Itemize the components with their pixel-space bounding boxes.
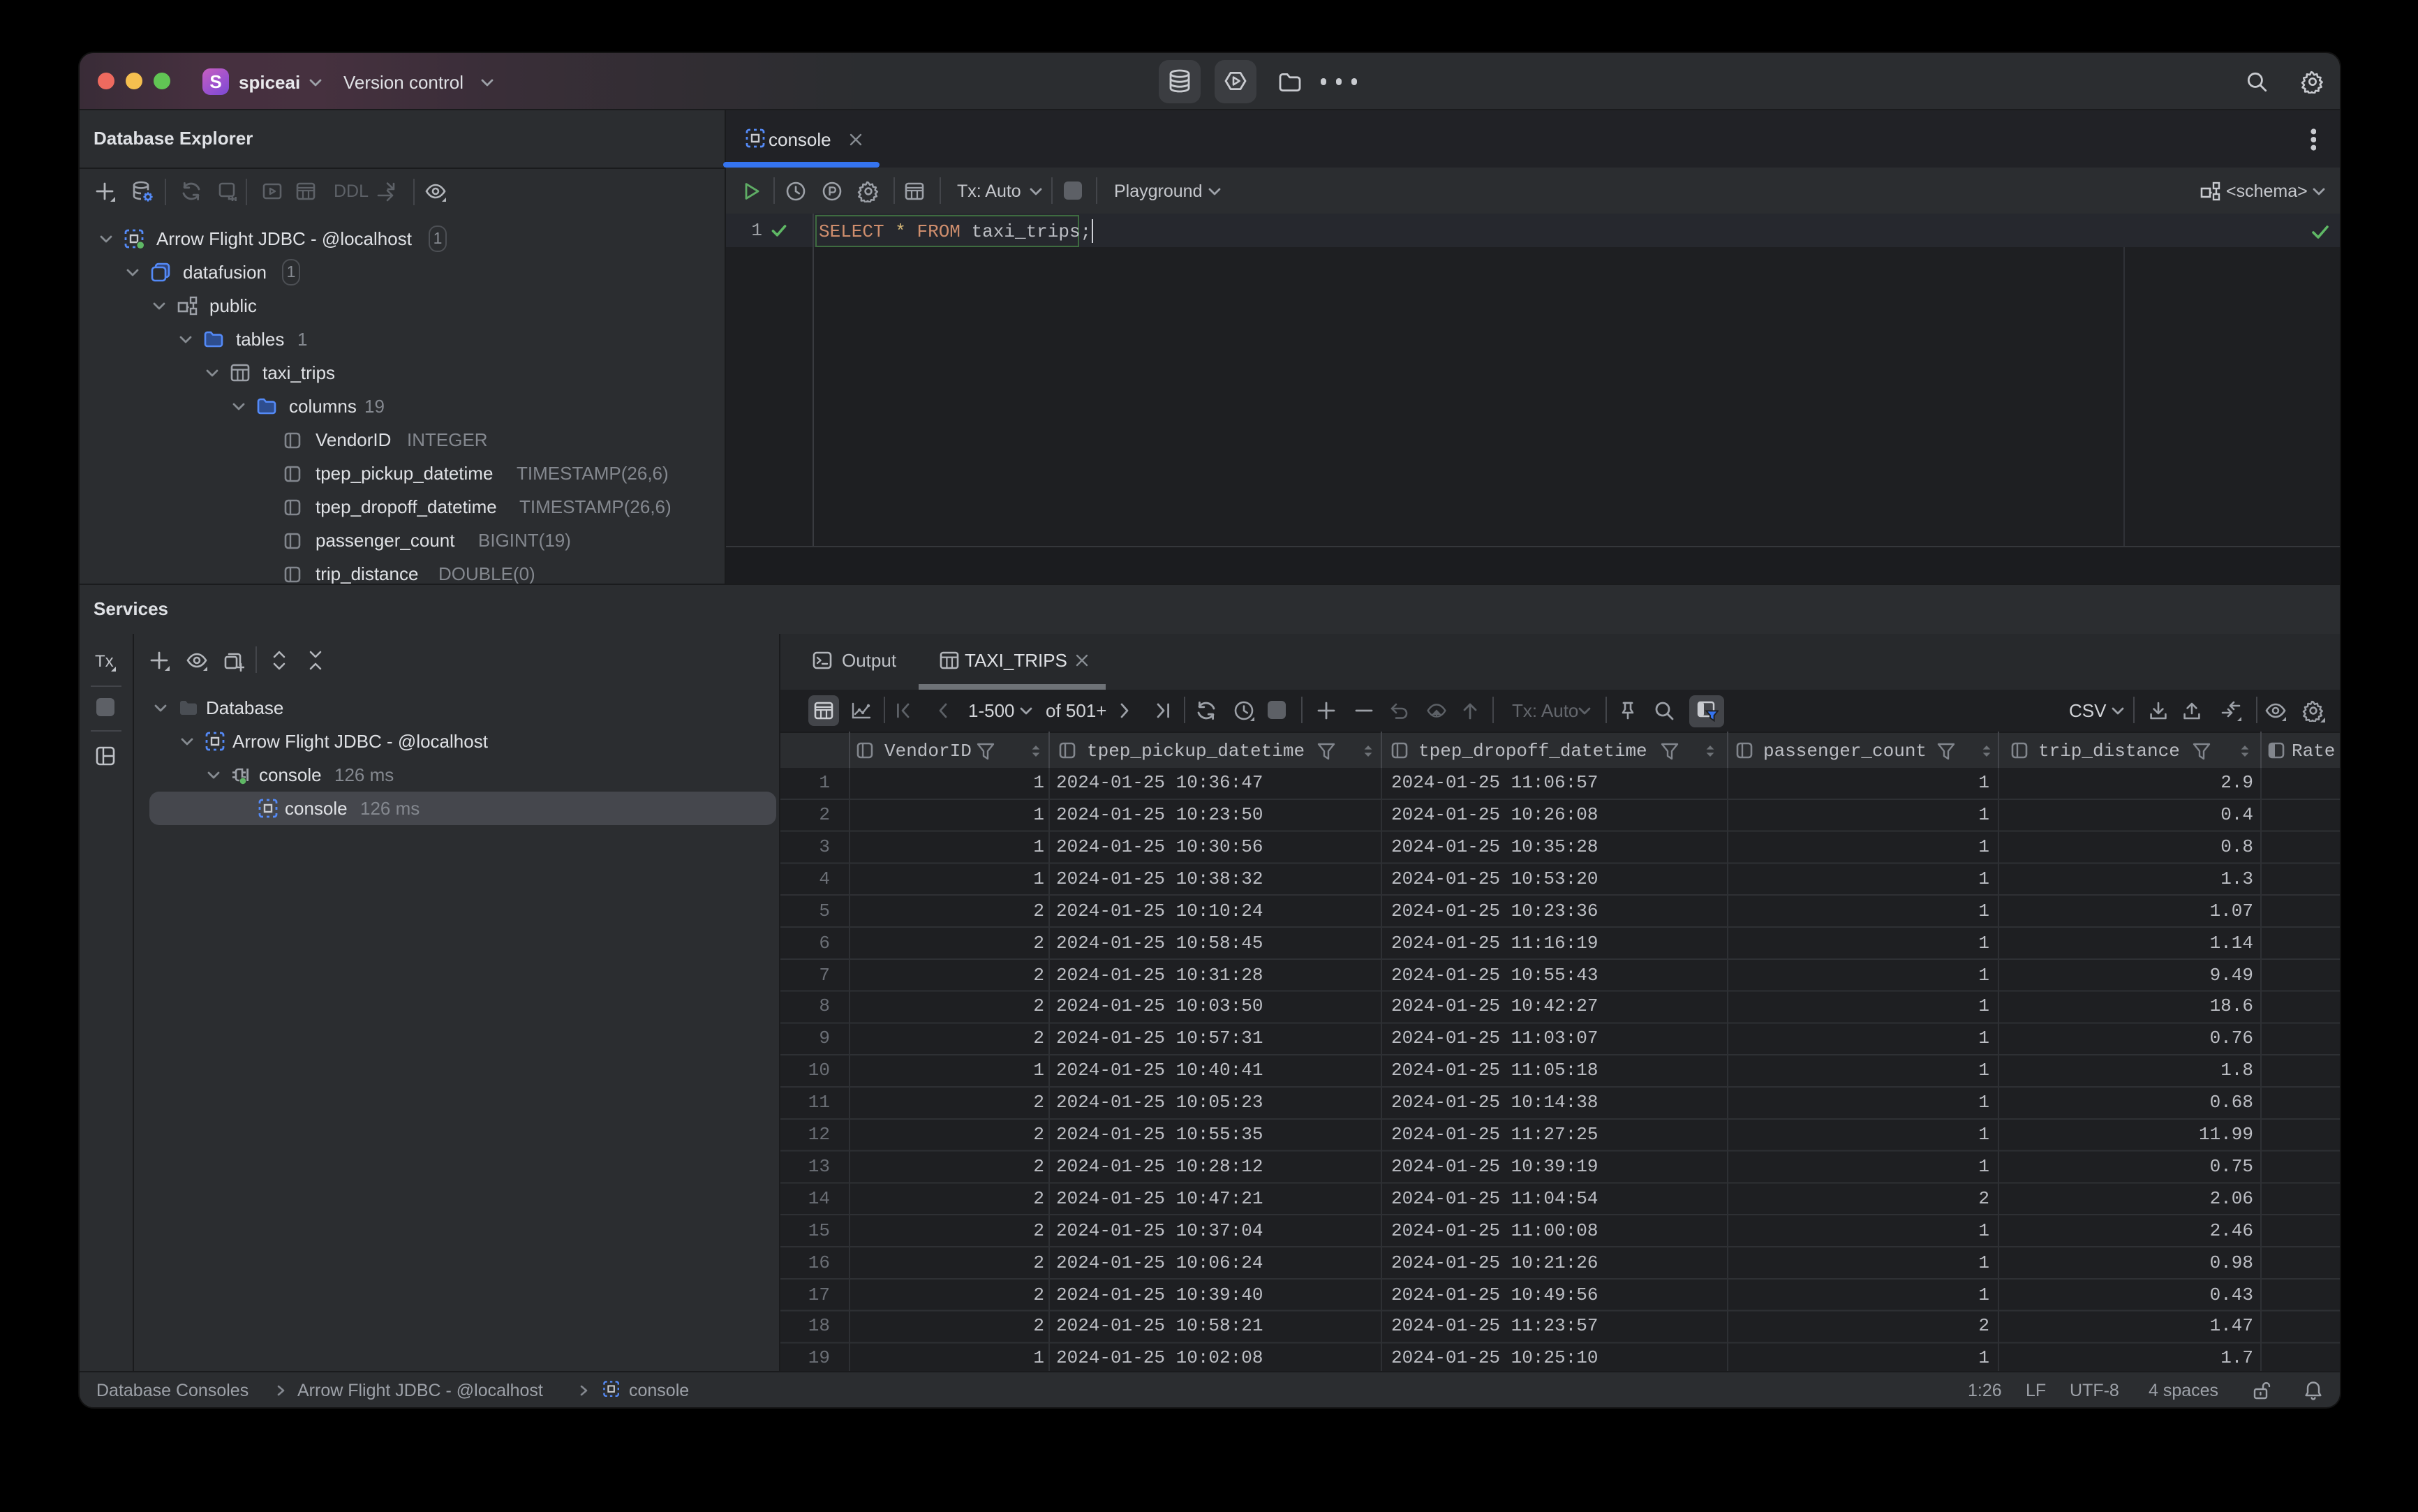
svg-text:Tx: Tx <box>94 651 113 670</box>
